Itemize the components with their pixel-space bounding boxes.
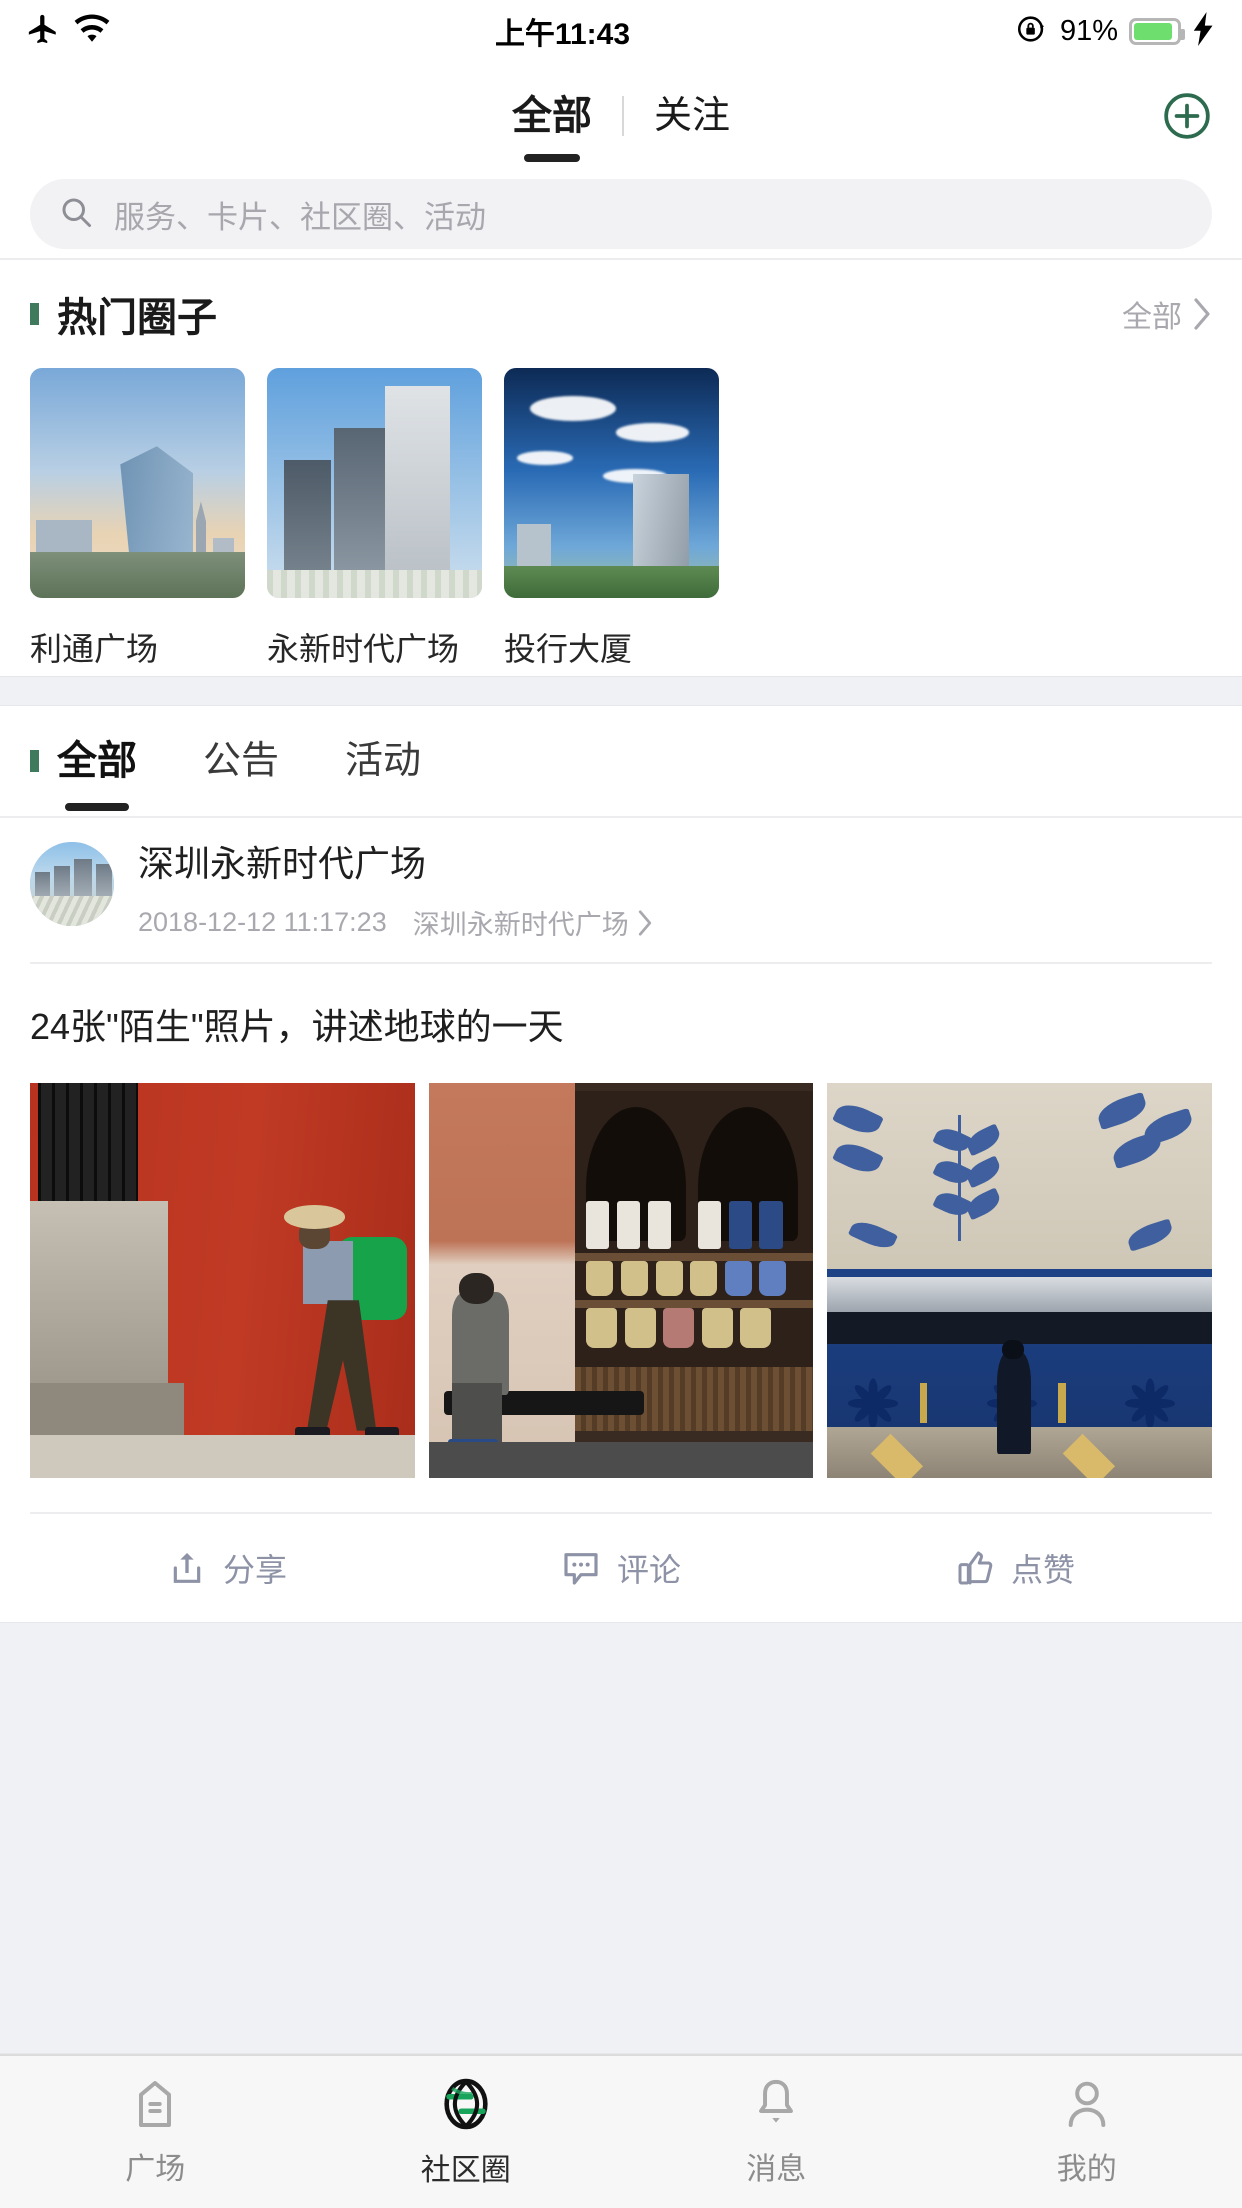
comment-label: 评论 bbox=[616, 1551, 681, 1588]
nav-label-profile: 我的 bbox=[1056, 2153, 1117, 2186]
bottom-navigation: 广场 社区圈 消息 我的 bbox=[0, 2054, 1242, 2208]
wifi-icon bbox=[74, 13, 110, 49]
battery-icon bbox=[1129, 17, 1185, 45]
like-label: 点赞 bbox=[1010, 1551, 1075, 1588]
status-bar-right: 91% bbox=[1015, 11, 1216, 51]
post-timestamp: 2018-12-12 11:17:23 bbox=[138, 907, 387, 938]
share-icon bbox=[173, 1552, 201, 1583]
search-bar[interactable]: 服务、卡片、社区圈、活动 bbox=[30, 179, 1212, 249]
comment-icon bbox=[564, 1553, 598, 1585]
post-photo[interactable] bbox=[827, 1082, 1213, 1478]
circle-card-label: 投行大厦 bbox=[504, 631, 633, 667]
post-photo[interactable] bbox=[428, 1082, 814, 1478]
hot-circles-more-link[interactable]: 全部 bbox=[1122, 292, 1212, 336]
post-photo-grid bbox=[30, 1082, 1213, 1512]
comment-button[interactable]: 评论 bbox=[424, 1545, 818, 1591]
building-home-icon bbox=[139, 2081, 172, 2127]
circle-card-image bbox=[30, 368, 245, 598]
feed-marker bbox=[30, 750, 39, 772]
post-photo[interactable] bbox=[30, 1082, 415, 1478]
header-tabs: 全部 关注 bbox=[482, 96, 760, 136]
app-screen: 上午11:43 91% 全部 关注 服务、卡片、社区圈、活动 热门圈子 全部 利… bbox=[0, 0, 1242, 2208]
circle-card[interactable]: 永新时代广场 bbox=[267, 368, 482, 670]
hot-circles-section: 热门圈子 全部 利通广场 永新时代广场 投行大厦 bbox=[0, 260, 1242, 676]
circle-card-image bbox=[504, 368, 719, 598]
top-header: 全部 关注 bbox=[0, 62, 1242, 170]
section-gap-band bbox=[0, 676, 1242, 706]
person-icon bbox=[1068, 2081, 1106, 2127]
section-title: 热门圈子 bbox=[57, 296, 217, 340]
nav-label-square: 广场 bbox=[125, 2153, 186, 2186]
aperture-icon bbox=[444, 2078, 488, 2130]
nav-item-profile[interactable]: 我的 bbox=[932, 2076, 1242, 2188]
circle-card[interactable]: 利通广场 bbox=[30, 368, 245, 670]
feed-tab-activities[interactable]: 活动 bbox=[345, 742, 421, 780]
chevron-right-icon bbox=[1194, 298, 1210, 330]
thumbs-up-icon bbox=[958, 1551, 993, 1585]
feed-bottom-gap bbox=[0, 1621, 1242, 2054]
post-location-label: 深圳永新时代广场 bbox=[412, 910, 629, 941]
post-author[interactable]: 深圳永新时代广场 bbox=[138, 842, 1212, 885]
tab-following[interactable]: 关注 bbox=[624, 97, 760, 135]
status-bar-time: 上午11:43 bbox=[494, 18, 631, 51]
tab-all[interactable]: 全部 bbox=[482, 96, 622, 136]
post-card: 深圳永新时代广场 2018-12-12 11:17:23 深圳永新时代广场 24… bbox=[0, 818, 1242, 1622]
post-meta: 深圳永新时代广场 2018-12-12 11:17:23 深圳永新时代广场 bbox=[138, 842, 1212, 942]
airplane-icon bbox=[26, 12, 60, 51]
status-bar: 上午11:43 91% bbox=[0, 0, 1242, 62]
post-subline: 2018-12-12 11:17:23 深圳永新时代广场 bbox=[138, 903, 1212, 942]
feed-tab-all[interactable]: 全部 bbox=[57, 741, 137, 781]
lightning-bolt-icon bbox=[1192, 11, 1216, 51]
nav-label-community: 社区圈 bbox=[420, 2154, 511, 2187]
post-location[interactable]: 深圳永新时代广场 bbox=[413, 903, 653, 942]
feed-tabs: 全部 公告 活动 bbox=[0, 706, 1242, 816]
battery-percent-label: 91% bbox=[1059, 14, 1118, 47]
circle-card-image bbox=[267, 368, 482, 598]
hot-circles-header: 热门圈子 全部 bbox=[0, 260, 1242, 368]
avatar[interactable] bbox=[30, 842, 114, 926]
status-bar-left bbox=[26, 12, 110, 51]
post-actions: 分享 评论 点赞 bbox=[30, 1511, 1212, 1622]
bell-icon bbox=[759, 2079, 794, 2123]
share-label: 分享 bbox=[222, 1551, 287, 1588]
post-header[interactable]: 深圳永新时代广场 2018-12-12 11:17:23 深圳永新时代广场 bbox=[30, 818, 1212, 962]
nav-label-messages: 消息 bbox=[746, 2153, 807, 2186]
rotation-lock-icon bbox=[1015, 12, 1049, 51]
hot-circles-cards: 利通广场 永新时代广场 投行大厦 bbox=[0, 368, 1242, 676]
search-icon bbox=[58, 194, 94, 235]
search-container: 服务、卡片、社区圈、活动 bbox=[0, 170, 1242, 258]
more-label: 全部 bbox=[1122, 301, 1182, 334]
nav-item-square[interactable]: 广场 bbox=[0, 2076, 311, 2188]
share-button[interactable]: 分享 bbox=[30, 1545, 424, 1591]
like-button[interactable]: 点赞 bbox=[818, 1545, 1212, 1591]
nav-item-community[interactable]: 社区圈 bbox=[311, 2075, 622, 2189]
plus-circle-icon[interactable] bbox=[1162, 91, 1212, 141]
circle-card-label: 利通广场 bbox=[30, 631, 159, 667]
nav-item-messages[interactable]: 消息 bbox=[621, 2076, 932, 2188]
search-input[interactable]: 服务、卡片、社区圈、活动 bbox=[114, 192, 486, 237]
feed-tab-announcements[interactable]: 公告 bbox=[203, 742, 279, 780]
circle-card-label: 永新时代广场 bbox=[267, 631, 460, 667]
chevron-right-icon bbox=[638, 910, 651, 936]
post-title[interactable]: 24张"陌生"照片，讲述地球的一天 bbox=[30, 964, 1212, 1083]
circle-card[interactable]: 投行大厦 bbox=[504, 368, 719, 670]
section-marker bbox=[30, 303, 39, 325]
